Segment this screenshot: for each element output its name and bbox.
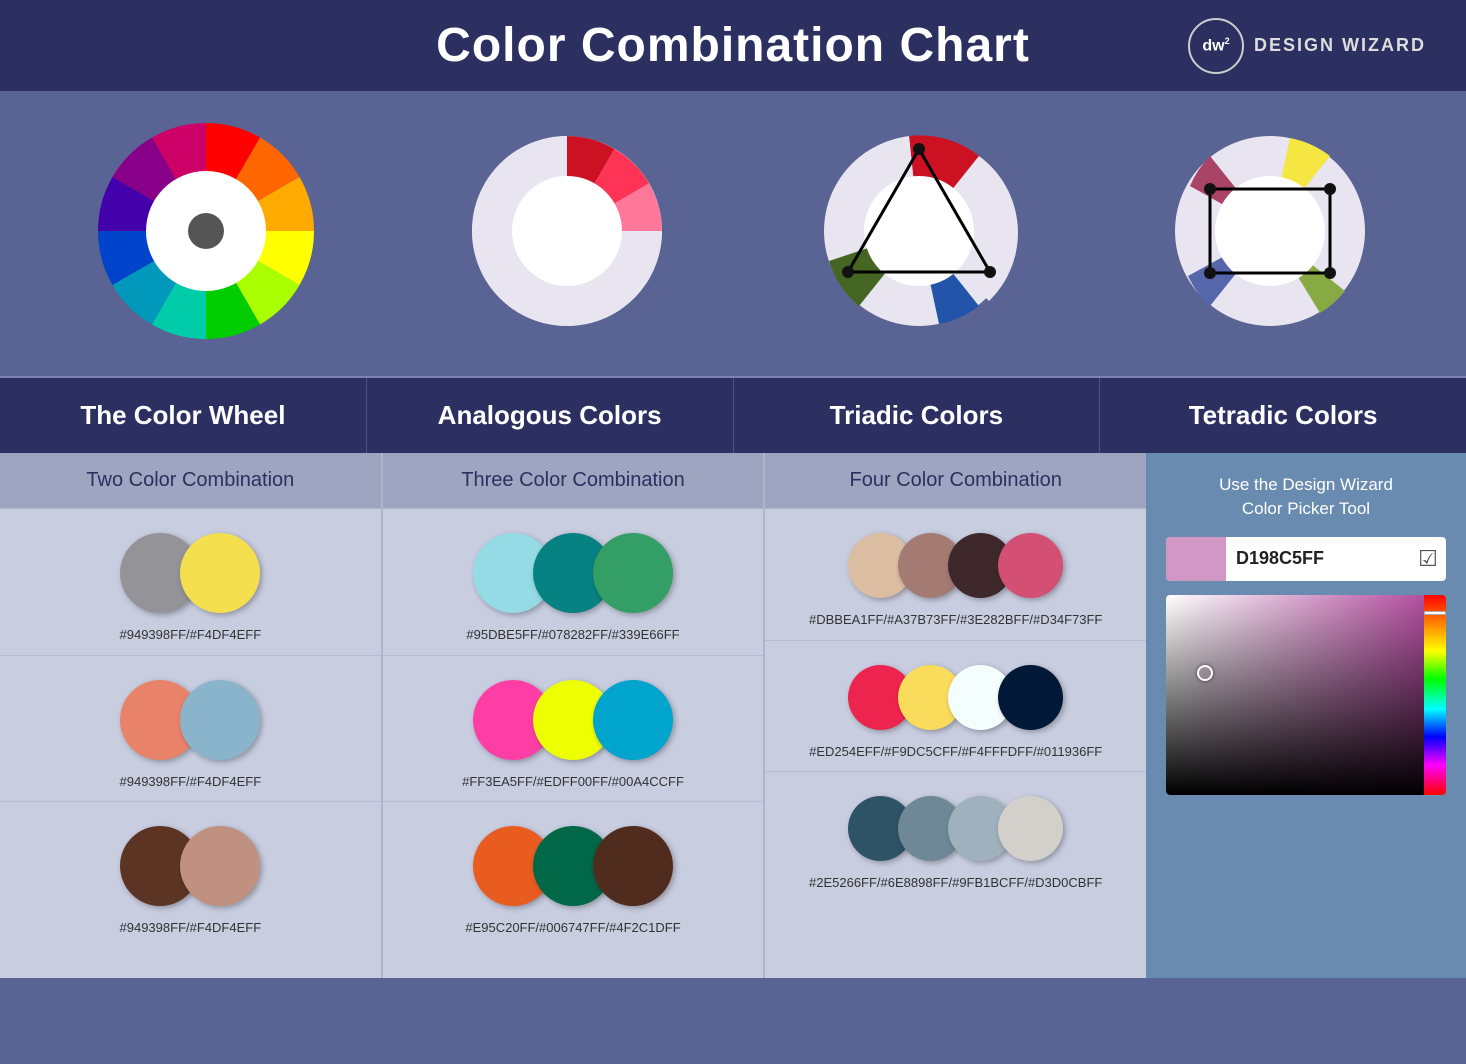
combo-codes-1: #949398FF/#F4DF4EFF bbox=[120, 625, 262, 645]
four-combo-3: #2E5266FF/#6E8898FF/#9FB1BCFF/#D3D0CBFF bbox=[765, 772, 1146, 903]
label-analogous: Analogous Colors bbox=[367, 378, 734, 453]
three-combo-3: #E95C20FF/#006747FF/#4F2C1DFF bbox=[383, 802, 764, 948]
circles-row-3 bbox=[120, 826, 260, 906]
label-triadic: Triadic Colors bbox=[734, 378, 1101, 453]
four-color-col: Four Color Combination #DBBEA1FF/#A37B73… bbox=[765, 453, 1146, 978]
hex-value-display: D198C5FF bbox=[1226, 548, 1410, 569]
main-content: Two Color Combination #949398FF/#F4DF4EF… bbox=[0, 453, 1466, 978]
circle-1b bbox=[180, 533, 260, 613]
three-combo-1: #95DBE5FF/#078282FF/#339E66FF bbox=[383, 509, 764, 656]
circle-t2c bbox=[593, 680, 673, 760]
color-wheel-label: The Color Wheel bbox=[80, 400, 285, 430]
color-picker-gradient[interactable] bbox=[1166, 595, 1446, 795]
three-codes-1: #95DBE5FF/#078282FF/#339E66FF bbox=[466, 625, 679, 645]
logo-circle: dw2 bbox=[1188, 18, 1244, 74]
logo-text: dw2 bbox=[1202, 36, 1229, 55]
four-color-header: Four Color Combination bbox=[765, 453, 1146, 509]
section-labels: The Color Wheel Analogous Colors Triadic… bbox=[0, 378, 1466, 453]
triadic-wheel bbox=[819, 131, 1019, 336]
two-color-header: Two Color Combination bbox=[0, 453, 381, 509]
brand-logo: dw2 DESIGN WIZARD bbox=[1188, 18, 1426, 74]
combo-codes-2: #949398FF/#F4DF4EFF bbox=[120, 772, 262, 792]
four-codes-3: #2E5266FF/#6E8898FF/#9FB1BCFF/#D3D0CBFF bbox=[809, 873, 1102, 893]
picker-label: Use the Design WizardColor Picker Tool bbox=[1219, 473, 1393, 521]
page-title: Color Combination Chart bbox=[436, 18, 1030, 73]
logo-sup: 2 bbox=[1225, 36, 1230, 46]
two-combo-1: #949398FF/#F4DF4EFF bbox=[0, 509, 381, 656]
tetradic-label: Tetradic Colors bbox=[1189, 400, 1378, 430]
four-codes-2: #ED254EFF/#F9DC5CFF/#F4FFFDFF/#011936FF bbox=[809, 742, 1102, 762]
header: Color Combination Chart dw2 DESIGN WIZAR… bbox=[0, 0, 1466, 91]
circles-row-f1 bbox=[848, 533, 1063, 598]
triadic-label: Triadic Colors bbox=[830, 400, 1003, 430]
four-codes-1: #DBBEA1FF/#A37B73FF/#3E282BFF/#D34F73FF bbox=[809, 610, 1102, 630]
two-color-col: Two Color Combination #949398FF/#F4DF4EF… bbox=[0, 453, 383, 978]
circle-t1c bbox=[593, 533, 673, 613]
two-combo-2: #949398FF/#F4DF4EFF bbox=[0, 656, 381, 803]
tetradic-wheel bbox=[1170, 131, 1370, 336]
three-codes-2: #FF3EA5FF/#EDFF00FF/#00A4CCFF bbox=[462, 772, 684, 792]
four-combo-1: #DBBEA1FF/#A37B73FF/#3E282BFF/#D34F73FF bbox=[765, 509, 1146, 641]
analogous-wheel bbox=[467, 131, 667, 336]
hue-bar[interactable] bbox=[1424, 595, 1446, 795]
hue-indicator bbox=[1424, 611, 1446, 615]
color-swatch-preview bbox=[1166, 537, 1226, 581]
circles-row-f2 bbox=[848, 665, 1063, 730]
circle-3b bbox=[180, 826, 260, 906]
color-input-row[interactable]: D198C5FF ☑ bbox=[1166, 537, 1446, 581]
eyedropper-icon[interactable]: ☑ bbox=[1410, 537, 1446, 581]
circles-row-2 bbox=[120, 680, 260, 760]
circle-t3c bbox=[593, 826, 673, 906]
label-tetradic: Tetradic Colors bbox=[1100, 378, 1466, 453]
three-color-col: Three Color Combination #95DBE5FF/#07828… bbox=[383, 453, 766, 978]
three-codes-3: #E95C20FF/#006747FF/#4F2C1DFF bbox=[465, 918, 680, 938]
four-combo-2: #ED254EFF/#F9DC5CFF/#F4FFFDFF/#011936FF bbox=[765, 641, 1146, 773]
analogous-label: Analogous Colors bbox=[438, 400, 662, 430]
three-color-header: Three Color Combination bbox=[383, 453, 764, 509]
color-picker-panel: Use the Design WizardColor Picker Tool D… bbox=[1146, 453, 1466, 978]
wheels-section bbox=[0, 91, 1466, 378]
combos-area: Two Color Combination #949398FF/#F4DF4EF… bbox=[0, 453, 1146, 978]
brand-name: DESIGN WIZARD bbox=[1254, 35, 1426, 56]
color-wheel-full bbox=[96, 121, 316, 346]
circles-row-t1 bbox=[473, 533, 673, 613]
circles-row-1 bbox=[120, 533, 260, 613]
two-combo-3: #949398FF/#F4DF4EFF bbox=[0, 802, 381, 948]
label-color-wheel: The Color Wheel bbox=[0, 378, 367, 453]
three-combo-2: #FF3EA5FF/#EDFF00FF/#00A4CCFF bbox=[383, 656, 764, 803]
gradient-main[interactable] bbox=[1166, 595, 1424, 795]
circle-f1d bbox=[998, 533, 1063, 598]
circle-f2d bbox=[998, 665, 1063, 730]
circles-row-f3 bbox=[848, 796, 1063, 861]
combo-codes-3: #949398FF/#F4DF4EFF bbox=[120, 918, 262, 938]
circle-f3d bbox=[998, 796, 1063, 861]
circles-row-t2 bbox=[473, 680, 673, 760]
circles-row-t3 bbox=[473, 826, 673, 906]
circle-2b bbox=[180, 680, 260, 760]
picker-handle[interactable] bbox=[1197, 665, 1213, 681]
